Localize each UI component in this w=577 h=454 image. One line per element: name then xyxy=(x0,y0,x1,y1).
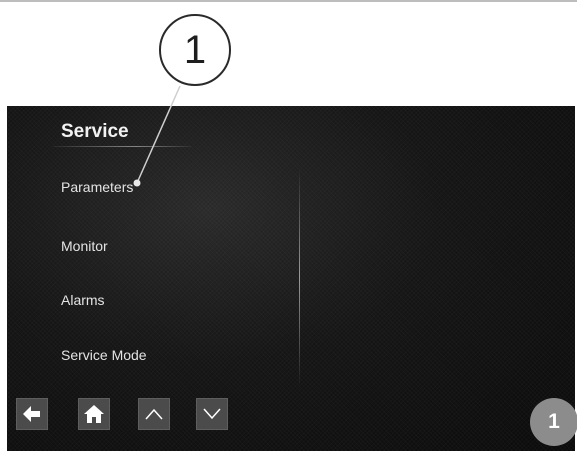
callout-number: 1 xyxy=(159,14,231,86)
menu-item-monitor[interactable]: Monitor xyxy=(61,238,108,254)
scroll-down-button[interactable] xyxy=(196,398,228,430)
back-button[interactable] xyxy=(16,398,48,430)
chevron-up-icon xyxy=(145,408,163,420)
panel-divider xyxy=(299,168,300,388)
menu-item-alarms[interactable]: Alarms xyxy=(61,292,105,308)
figure-number-badge: 1 xyxy=(530,398,577,446)
top-rule xyxy=(0,0,577,2)
callout-label: 1 xyxy=(183,27,207,72)
scroll-up-button[interactable] xyxy=(138,398,170,430)
page-title: Service xyxy=(61,121,129,142)
menu-item-parameters[interactable]: Parameters xyxy=(61,179,133,195)
home-button[interactable] xyxy=(78,398,110,430)
device-screen: Service Parameters Monitor Alarms Servic… xyxy=(7,106,575,451)
figure-number-label: 1 xyxy=(548,410,560,433)
title-underline xyxy=(53,146,191,147)
back-arrow-icon xyxy=(23,406,40,422)
manual-figure: 1 Service Parameters Monitor Alarms Serv… xyxy=(0,0,577,454)
home-icon xyxy=(84,405,104,423)
chevron-down-icon xyxy=(203,408,221,420)
menu-item-service-mode[interactable]: Service Mode xyxy=(61,347,147,363)
